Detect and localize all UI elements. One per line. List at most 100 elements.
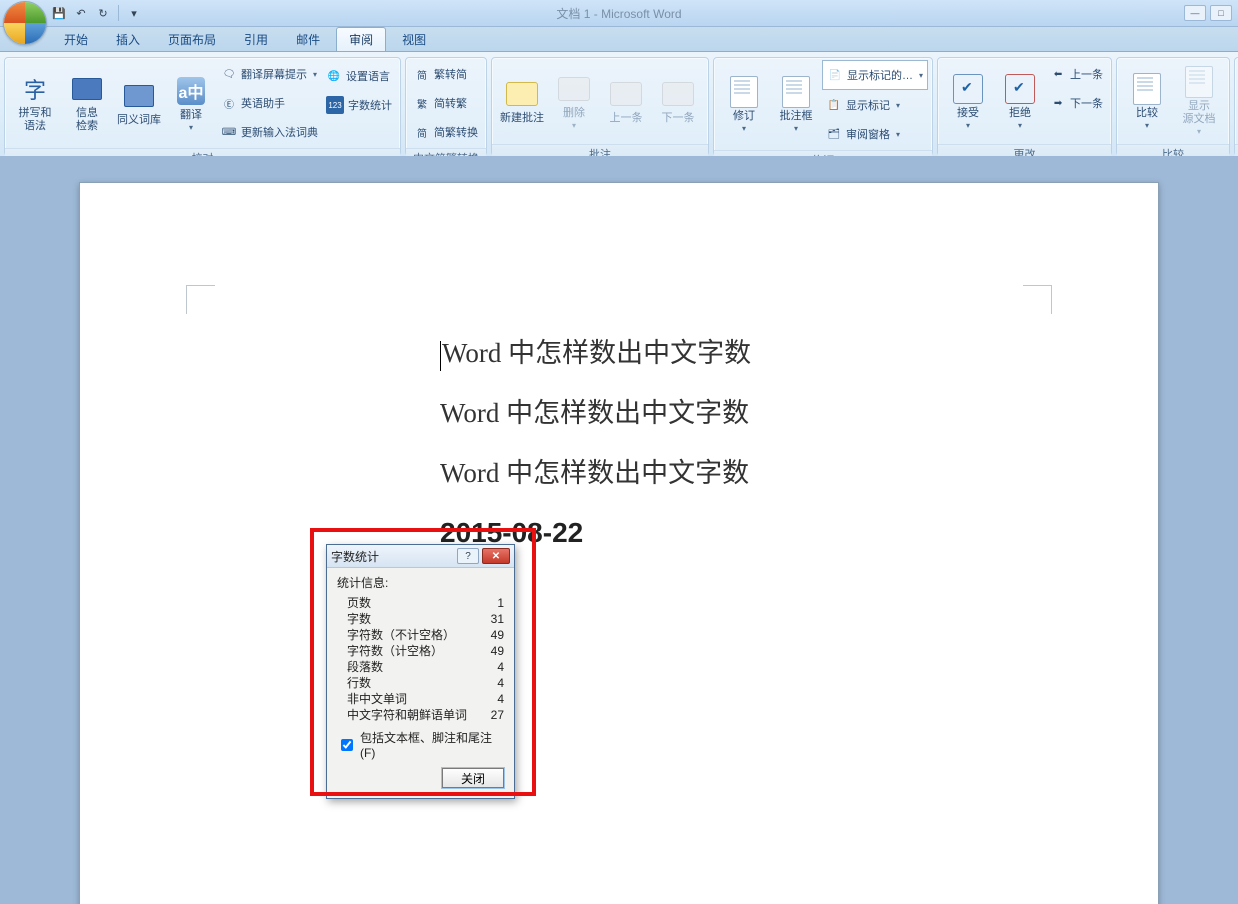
dialog-title: 字数统计 — [331, 548, 457, 565]
stat-words: 字数 31 — [337, 611, 504, 627]
qat-separator — [118, 5, 119, 21]
doc-line-1: Word 中怎样数出中文字数 — [442, 338, 751, 368]
word-count-dialog: 字数统计 ? ✕ 统计信息: 页数 1 字数 31 字符数（不计空格） 49 字… — [326, 544, 515, 799]
maximize-button[interactable]: □ — [1210, 5, 1232, 21]
next-comment-icon — [662, 78, 694, 110]
ribbon-tabs: 开始 插入 页面布局 引用 邮件 审阅 视图 — [0, 27, 1238, 52]
btn-accept[interactable]: 接受 — [942, 60, 994, 142]
btn-word-count[interactable]: 123 字数统计 — [322, 91, 396, 119]
qat-save[interactable]: 💾 — [50, 4, 68, 22]
sc-tc-icon: 繁 — [414, 95, 430, 111]
office-button[interactable] — [3, 1, 47, 45]
btn-show-markup[interactable]: 📋 显示标记 — [822, 91, 928, 119]
btn-translate[interactable]: a中 翻译 — [165, 62, 217, 144]
btn-prev-change[interactable]: ⬅ 上一条 — [1046, 60, 1107, 88]
btn-sc-to-tc[interactable]: 繁 简转繁 — [410, 89, 482, 117]
dd-display-for-review[interactable]: 📄 显示标记的… — [822, 60, 928, 90]
stat-paragraphs: 段落数 4 — [337, 659, 504, 675]
btn-compare[interactable]: 比较 — [1121, 60, 1173, 142]
qat-customize[interactable]: ▾ — [125, 4, 143, 22]
quick-access-toolbar: 💾 ↶ ↻ ▾ — [50, 4, 143, 22]
tab-layout[interactable]: 页面布局 — [156, 28, 228, 51]
stat-pages: 页数 1 — [337, 595, 504, 611]
btn-english-assistant[interactable]: Ⓔ 英语助手 — [217, 89, 322, 117]
btn-next-comment[interactable]: 下一条 — [652, 60, 704, 142]
english-icon: Ⓔ — [221, 95, 237, 111]
qat-undo[interactable]: ↶ — [72, 4, 90, 22]
btn-reject[interactable]: 拒绝 — [994, 60, 1046, 142]
tab-references[interactable]: 引用 — [232, 28, 280, 51]
group-compare: 比较 显示源文档 比较 — [1116, 57, 1230, 156]
include-textboxes-checkbox[interactable]: 包括文本框、脚注和尾注(F) — [337, 729, 504, 760]
include-textboxes-input[interactable] — [341, 739, 353, 751]
minimize-button[interactable]: — — [1184, 5, 1206, 21]
tab-home[interactable]: 开始 — [52, 28, 100, 51]
dialog-title-bar[interactable]: 字数统计 ? ✕ — [327, 545, 514, 568]
dialog-close-btn[interactable]: 关闭 — [442, 768, 504, 788]
group-protect: 保护文档 保护 — [1234, 57, 1238, 156]
translate-icon: a中 — [175, 75, 207, 107]
group-changes: 接受 拒绝 ⬅ 上一条 ➡ 下一条 更改 — [937, 57, 1112, 156]
source-doc-icon — [1183, 66, 1215, 98]
ime-icon: ⌨ — [221, 124, 237, 140]
btn-new-comment[interactable]: 新建批注 — [496, 60, 548, 142]
btn-next-change[interactable]: ➡ 下一条 — [1046, 89, 1107, 117]
btn-tc-to-sc[interactable]: 简 繁转简 — [410, 60, 482, 88]
document-area[interactable]: Word 中怎样数出中文字数 Word 中怎样数出中文字数 Word 中怎样数出… — [0, 156, 1238, 904]
save-icon: 💾 — [52, 7, 66, 20]
title-bar: 💾 ↶ ↻ ▾ 文档 1 - Microsoft Word — □ — [0, 0, 1238, 27]
btn-set-language[interactable]: 🌐 设置语言 — [322, 62, 396, 90]
group-comments: 新建批注 删除 上一条 下一条 批注 — [491, 57, 709, 156]
document-body[interactable]: Word 中怎样数出中文字数 Word 中怎样数出中文字数 Word 中怎样数出… — [440, 323, 751, 563]
compare-icon — [1131, 73, 1163, 105]
stat-chinese-korean: 中文字符和朝鲜语单词 27 — [337, 707, 504, 723]
btn-sc-tc-convert[interactable]: 简 简繁转换 — [410, 118, 482, 146]
stat-lines: 行数 4 — [337, 675, 504, 691]
margin-mark-tl — [186, 285, 215, 314]
reject-icon — [1004, 73, 1036, 105]
convert-icon: 简 — [414, 124, 430, 140]
pane-icon: 🗂 — [826, 126, 842, 142]
dialog-help-button[interactable]: ? — [457, 548, 479, 564]
btn-translation-tip[interactable]: 🗨 翻译屏幕提示 — [217, 60, 322, 88]
tab-mailings[interactable]: 邮件 — [284, 28, 332, 51]
btn-prev-comment[interactable]: 上一条 — [600, 60, 652, 142]
margin-mark-tr — [1023, 285, 1052, 314]
tab-review[interactable]: 审阅 — [336, 27, 386, 51]
dialog-close-button[interactable]: ✕ — [482, 548, 510, 564]
btn-ime-update[interactable]: ⌨ 更新输入法词典 — [217, 118, 322, 146]
btn-show-source[interactable]: 显示源文档 — [1173, 60, 1225, 142]
btn-thesaurus[interactable]: 同义词库 — [113, 62, 165, 144]
btn-balloons[interactable]: 批注框 — [770, 63, 822, 145]
btn-delete-comment[interactable]: 删除 — [548, 60, 600, 142]
doc-line-2: Word 中怎样数出中文字数 — [440, 383, 751, 443]
delete-comment-icon — [558, 73, 590, 105]
language-icon: 🌐 — [326, 68, 342, 84]
btn-spelling[interactable]: 字 拼写和语法 — [9, 62, 61, 144]
tab-insert[interactable]: 插入 — [104, 28, 152, 51]
page[interactable]: Word 中怎样数出中文字数 Word 中怎样数出中文字数 Word 中怎样数出… — [79, 182, 1159, 904]
dialog-header: 统计信息: — [337, 574, 504, 591]
stat-chars-space: 字符数（计空格） 49 — [337, 643, 504, 659]
qat-redo[interactable]: ↻ — [94, 4, 112, 22]
research-icon — [71, 73, 103, 105]
next-change-icon: ➡ — [1050, 95, 1066, 111]
btn-research[interactable]: 信息检索 — [61, 62, 113, 144]
wordcount-icon: 123 — [326, 96, 344, 114]
window-controls: — □ — [1184, 5, 1238, 21]
tip-icon: 🗨 — [221, 66, 237, 82]
tab-view[interactable]: 视图 — [390, 28, 438, 51]
chevron-down-icon: ▾ — [131, 7, 137, 20]
group-tracking: 修订 批注框 📄 显示标记的… 📋 显示标记 🗂 审阅窗格 — [713, 57, 933, 156]
group-proofing: 字 拼写和语法 信息检索 同义词库 a中 翻译 🗨 翻译屏幕提示 — [4, 57, 401, 156]
btn-track-changes[interactable]: 修订 — [718, 63, 770, 145]
doc-line-3: Word 中怎样数出中文字数 — [440, 443, 751, 503]
new-comment-icon — [506, 78, 538, 110]
thesaurus-icon — [123, 80, 155, 112]
group-chinese: 简 繁转简 繁 简转繁 简 简繁转换 中文简繁转换 — [405, 57, 487, 156]
ribbon: 字 拼写和语法 信息检索 同义词库 a中 翻译 🗨 翻译屏幕提示 — [0, 52, 1238, 161]
balloons-icon — [780, 76, 812, 108]
prev-change-icon: ⬅ — [1050, 66, 1066, 82]
window-title: 文档 1 - Microsoft Word — [0, 5, 1238, 22]
btn-reviewing-pane[interactable]: 🗂 审阅窗格 — [822, 120, 928, 148]
